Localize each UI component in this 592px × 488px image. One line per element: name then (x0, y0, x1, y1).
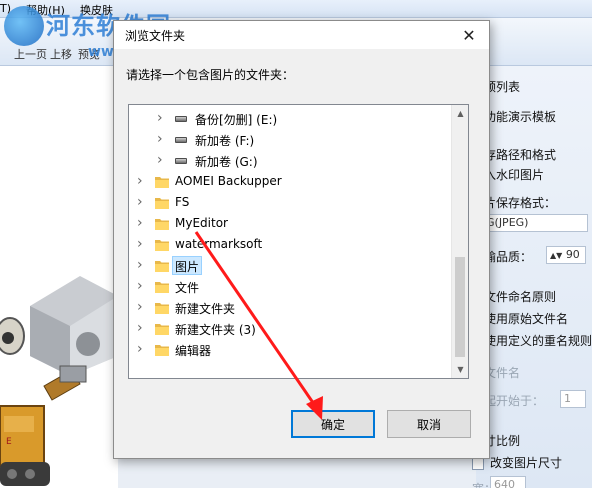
use-custom-rename-option[interactable]: 使用定义的重名规则 (484, 332, 592, 349)
folder-tree-item-label: 新加卷 (G:) (195, 155, 258, 169)
ok-button[interactable]: 确定 (291, 410, 375, 438)
image-preview-area: E (0, 66, 118, 488)
dialog-title: 浏览文件夹 (125, 29, 186, 43)
close-icon: ✕ (462, 25, 476, 45)
folder-tree-item[interactable]: › MyEditor (129, 213, 451, 234)
folder-tree-item-label: AOMEI Backupper (175, 174, 282, 188)
scroll-down-arrow-icon[interactable]: ▼ (452, 361, 468, 378)
folder-tree-item[interactable]: › FS (129, 192, 451, 213)
save-path-format-label: 存路径和格式 (484, 148, 557, 162)
drive-icon (175, 158, 187, 164)
folder-icon (155, 177, 169, 188)
chevron-right-icon[interactable]: › (137, 237, 147, 251)
folder-tree-item-label: MyEditor (175, 216, 228, 230)
folder-tree-item[interactable]: › 文件 (129, 276, 451, 297)
folder-tree-item[interactable]: › 新建文件夹 (129, 297, 451, 318)
svg-text:E: E (6, 437, 12, 447)
dialog-titlebar[interactable]: 浏览文件夹 ✕ (114, 21, 489, 49)
chevron-right-icon[interactable]: › (137, 321, 147, 335)
folder-tree-item[interactable]: › 编辑器 (129, 339, 451, 360)
folder-tree-item-label: watermarksoft (175, 237, 263, 251)
watermark-logo-icon (4, 6, 44, 46)
folder-tree-item-label: 新建文件夹 (175, 302, 236, 316)
folder-tree-item[interactable]: › 新建文件夹 (3) (129, 318, 451, 339)
folder-icon (155, 219, 169, 230)
add-watermark-label: 入水印图片 (484, 168, 545, 182)
drive-icon (175, 137, 187, 143)
quality-stepper[interactable]: ▲▼ 90 (546, 246, 586, 264)
file-naming-rule-label: 文件命名原则 (484, 290, 557, 304)
folder-tree-item[interactable]: › watermarksoft (129, 234, 451, 255)
use-original-filename-option[interactable]: 使用原始文件名 (484, 310, 568, 327)
folder-tree-item-label: 新建文件夹 (3) (175, 323, 256, 337)
folder-tree-item-label: 图片 (175, 260, 200, 274)
start-number-label: 起开始于： (484, 394, 545, 408)
folder-tree[interactable]: ▲ ▼ › 备份[勿删] (E:) › 新加卷 (F:) › 新加卷 (G:) › AOMEI… (128, 104, 469, 379)
folder-tree-item[interactable]: › AOMEI Backupper (129, 171, 451, 192)
template-label[interactable]: 功能演示模板 (484, 108, 556, 125)
folder-tree-item-label: 文件 (175, 281, 200, 295)
folder-icon (155, 282, 169, 293)
folder-icon (155, 240, 169, 251)
quality-value: 90 (565, 248, 580, 261)
folder-tree-item[interactable]: › 新加卷 (F:) (129, 129, 451, 150)
scroll-up-arrow-icon[interactable]: ▲ (452, 105, 468, 122)
change-image-size-label: 改变图片尺寸 (490, 456, 563, 470)
chevron-right-icon[interactable]: › (137, 300, 147, 314)
folder-tree-item[interactable]: › 新加卷 (G:) (129, 150, 451, 171)
output-quality-label: 输品质： (484, 250, 533, 264)
folder-tree-item-label: 编辑器 (175, 344, 212, 358)
image-format-select[interactable]: G(JPEG) (482, 214, 588, 232)
chevron-right-icon[interactable]: › (137, 174, 147, 188)
chevron-right-icon[interactable]: › (157, 111, 167, 125)
save-format-label: 片保存格式： (484, 196, 557, 210)
folder-icon (155, 345, 169, 356)
tree-scrollbar[interactable]: ▲ ▼ (451, 105, 468, 378)
folder-tree-item-label: 备份[勿删] (E:) (195, 113, 278, 127)
dialog-prompt: 请选择一个包含图片的文件夹： (126, 68, 295, 82)
chevron-right-icon[interactable]: › (157, 153, 167, 167)
chevron-right-icon[interactable]: › (157, 132, 167, 146)
start-number-input[interactable]: 1 (560, 390, 586, 408)
folder-icon (155, 303, 169, 314)
folder-tree-item[interactable]: › 图片 (129, 255, 451, 276)
quality-stepper-arrows-icon[interactable]: ▲▼ (550, 251, 562, 260)
folder-tree-item-label: 新加卷 (F:) (195, 134, 255, 148)
folder-icon (155, 261, 169, 272)
drive-icon (175, 116, 187, 122)
change-size-checkbox[interactable] (472, 458, 484, 470)
width-input[interactable]: 640 (490, 476, 526, 488)
chevron-right-icon[interactable]: › (137, 342, 147, 356)
chevron-right-icon[interactable]: › (137, 195, 147, 209)
folder-icon (155, 198, 169, 209)
scrollbar-thumb[interactable] (455, 257, 465, 357)
chevron-right-icon[interactable]: › (137, 279, 147, 293)
folder-icon (155, 324, 169, 335)
folder-tree-item[interactable]: › 备份[勿删] (E:) (129, 108, 451, 129)
close-button[interactable]: ✕ (449, 21, 489, 49)
chevron-right-icon[interactable]: › (137, 258, 147, 272)
cancel-button[interactable]: 取消 (387, 410, 471, 438)
folder-tree-item-label: FS (175, 195, 190, 209)
browse-folder-dialog: 浏览文件夹 ✕ 请选择一个包含图片的文件夹： ▲ ▼ › 备份[勿删] (E:) ›… (113, 20, 490, 459)
settings-panel: 预列表 功能演示模板 存路径和格式 入水印图片 片保存格式： G(JPEG) 输… (472, 66, 592, 488)
robot-preview-image: E (0, 276, 118, 486)
chevron-right-icon[interactable]: › (137, 216, 147, 230)
